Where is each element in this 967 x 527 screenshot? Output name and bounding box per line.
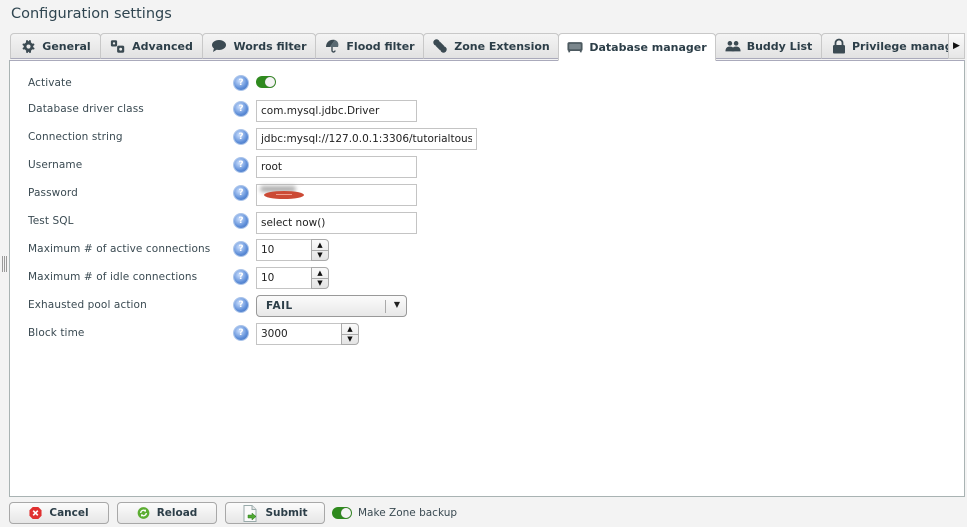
field-label: Database driver class — [28, 103, 144, 115]
decrement-button[interactable]: ▼ — [312, 277, 328, 289]
help-icon[interactable]: ? — [234, 186, 248, 200]
make-zone-backup-option: Make Zone backup — [332, 507, 457, 519]
window-title: Configuration settings — [11, 6, 172, 22]
field-label: Username — [28, 159, 83, 171]
tab-label: Database manager — [589, 40, 707, 54]
block-time-input[interactable] — [256, 323, 341, 345]
help-icon[interactable]: ? — [234, 158, 248, 172]
tab-buddy-list[interactable]: Buddy List — [715, 33, 822, 59]
button-label: Cancel — [49, 507, 89, 519]
caret-right-icon: ▶ — [953, 41, 960, 51]
reload-button[interactable]: Reload — [117, 502, 217, 524]
form-row-password: Password ? — [28, 183, 528, 206]
umbrella-icon — [324, 38, 340, 54]
driver-class-input[interactable] — [256, 100, 417, 122]
exhausted-action-select[interactable]: FAIL ▼ — [256, 295, 407, 317]
form-row-username: Username ? — [28, 155, 528, 178]
speech-bubble-icon — [211, 38, 227, 54]
increment-button[interactable]: ▲ — [312, 268, 328, 278]
document-arrow-icon — [242, 504, 258, 522]
form-row-test-sql: Test SQL ? — [28, 211, 528, 234]
chevron-down-icon: ▼ — [393, 300, 400, 309]
max-idle-input[interactable] — [256, 267, 311, 289]
connection-string-input[interactable] — [256, 128, 477, 150]
field-label: Maximum # of idle connections — [28, 271, 198, 283]
decrement-button[interactable]: ▼ — [312, 249, 328, 261]
form-row-driver-class: Database driver class ? — [28, 99, 528, 122]
footer-toolbar: Cancel Reload Submit Make Zone backup — [9, 502, 609, 524]
puzzle-link-icon — [432, 38, 448, 54]
database-manager-panel: Activate ? Database driver class ? Conne… — [9, 60, 965, 497]
help-icon[interactable]: ? — [234, 214, 248, 228]
field-label: Test SQL — [28, 215, 74, 227]
reload-icon — [137, 507, 150, 520]
gears-icon — [110, 38, 126, 54]
make-zone-backup-label: Make Zone backup — [358, 507, 458, 519]
username-input[interactable] — [256, 156, 417, 178]
decrement-button[interactable]: ▼ — [342, 333, 358, 345]
form-row-max-idle: Maximum # of idle connections ? ▲ ▼ — [28, 267, 528, 289]
field-label: Maximum # of active connections — [28, 243, 211, 255]
help-icon[interactable]: ? — [234, 102, 248, 116]
lock-icon — [832, 38, 846, 54]
tab-label: Zone Extension — [454, 39, 550, 53]
submit-button[interactable]: Submit — [225, 502, 325, 524]
help-icon[interactable]: ? — [234, 270, 248, 284]
tab-bar: General Advanced Words filter Flood filt… — [10, 33, 965, 61]
field-label: Exhausted pool action — [28, 299, 147, 311]
block-time-stepper: ▲ ▼ — [256, 323, 359, 345]
button-label: Reload — [156, 507, 198, 519]
tab-scroll-right-button[interactable]: ▶ — [948, 33, 965, 59]
gear-icon — [20, 38, 36, 54]
max-idle-stepper: ▲ ▼ — [256, 267, 329, 289]
form-row-activate: Activate ? — [28, 73, 528, 95]
max-active-input[interactable] — [256, 239, 311, 261]
help-icon[interactable]: ? — [234, 76, 248, 90]
help-icon[interactable]: ? — [234, 242, 248, 256]
test-sql-input[interactable] — [256, 212, 417, 234]
field-label: Block time — [28, 327, 85, 339]
increment-button[interactable]: ▲ — [342, 324, 358, 334]
activate-toggle[interactable] — [256, 76, 276, 88]
tab-label: Words filter — [233, 39, 307, 53]
button-label: Submit — [265, 507, 308, 519]
field-label: Connection string — [28, 131, 123, 143]
panel-resize-handle[interactable] — [2, 256, 8, 272]
redaction-mark — [260, 186, 304, 200]
help-icon[interactable]: ? — [234, 298, 248, 312]
tab-privilege-manager[interactable]: Privilege manage — [821, 33, 956, 59]
tab-label: Advanced — [132, 39, 193, 53]
tab-words-filter[interactable]: Words filter — [202, 33, 316, 59]
form-row-connection-string: Connection string ? — [28, 127, 528, 150]
field-label: Password — [28, 187, 78, 199]
tab-zone-extension[interactable]: Zone Extension — [423, 33, 559, 59]
field-label: Activate — [28, 77, 72, 89]
selected-value: FAIL — [266, 300, 293, 312]
cancel-icon — [29, 506, 42, 520]
form-row-exhausted-action: Exhausted pool action ? FAIL ▼ — [28, 295, 528, 317]
help-icon[interactable]: ? — [234, 130, 248, 144]
tab-label: Privilege manage — [852, 39, 956, 53]
increment-button[interactable]: ▲ — [312, 240, 328, 250]
help-icon[interactable]: ? — [234, 326, 248, 340]
tab-label: Flood filter — [346, 39, 415, 53]
cancel-button[interactable]: Cancel — [9, 502, 109, 524]
max-active-stepper: ▲ ▼ — [256, 239, 329, 261]
tab-general[interactable]: General — [10, 33, 101, 59]
form-row-block-time: Block time ? ▲ ▼ — [28, 323, 528, 345]
tab-label: Buddy List — [746, 39, 813, 53]
tab-label: General — [42, 39, 91, 53]
tab-database-manager[interactable]: Database manager — [558, 33, 716, 61]
tab-flood-filter[interactable]: Flood filter — [315, 33, 424, 59]
database-icon — [567, 39, 583, 55]
form-row-max-active: Maximum # of active connections ? ▲ ▼ — [28, 239, 528, 261]
users-icon — [725, 38, 741, 54]
make-zone-backup-toggle[interactable] — [332, 507, 352, 519]
tab-advanced[interactable]: Advanced — [100, 33, 203, 59]
